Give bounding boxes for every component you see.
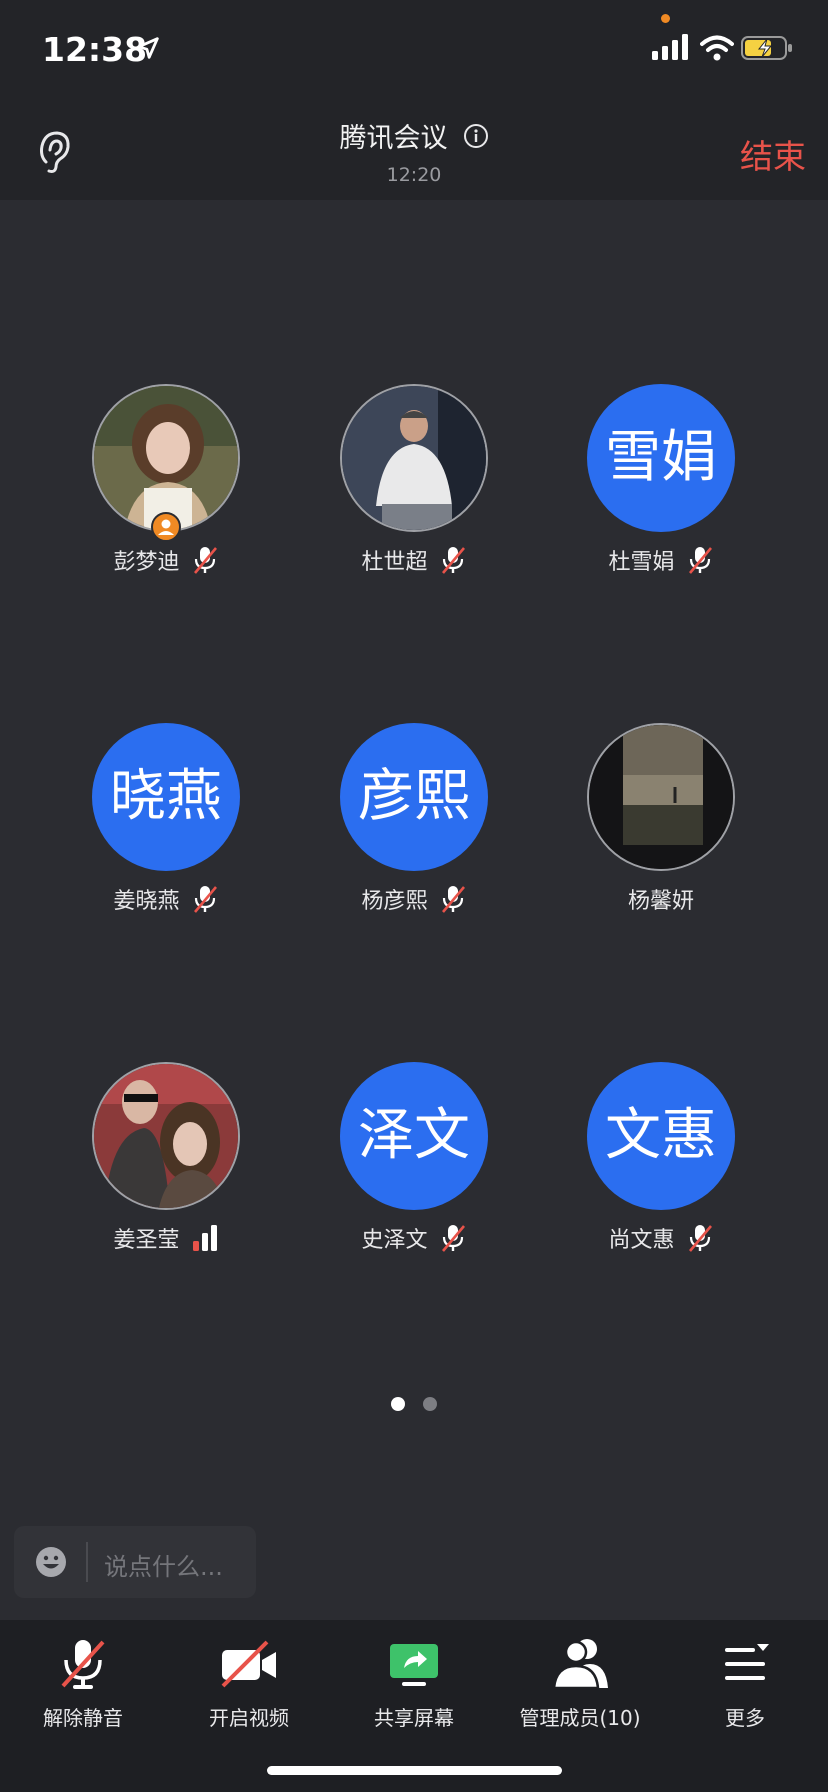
avatar: 彦熙 bbox=[340, 723, 488, 871]
participant-tile[interactable]: 文惠 尚文惠 bbox=[538, 1062, 784, 1262]
emoji-icon[interactable] bbox=[34, 1545, 68, 1579]
mic-off-icon bbox=[61, 1640, 105, 1689]
wifi-icon bbox=[700, 35, 734, 61]
status-bar: 12:38 bbox=[0, 0, 828, 100]
participant-tile[interactable]: 杨馨妍 bbox=[538, 723, 784, 923]
participant-name-row: 彭梦迪 bbox=[43, 544, 289, 576]
participant-name-row: 杜世超 bbox=[291, 544, 537, 576]
avatar-photo-icon bbox=[589, 725, 733, 869]
chat-input[interactable]: 说点什么... bbox=[14, 1526, 256, 1598]
participant-name: 杨馨妍 bbox=[627, 889, 694, 914]
participant-name-row: 姜晓燕 bbox=[43, 883, 289, 915]
manage-members-label: 管理成员(10) bbox=[519, 1706, 641, 1730]
avatar bbox=[92, 1062, 240, 1210]
participant-name: 杨彦熙 bbox=[361, 889, 428, 914]
share-screen-icon bbox=[390, 1644, 438, 1686]
participant-tile[interactable]: 泽文 史泽文 bbox=[291, 1062, 537, 1262]
audio-level-icon bbox=[192, 1225, 217, 1251]
mic-muted-icon bbox=[441, 547, 465, 574]
participant-name: 彭梦迪 bbox=[113, 550, 180, 575]
chat-divider bbox=[86, 1542, 88, 1582]
participant-tile[interactable]: 杜世超 bbox=[291, 384, 537, 584]
page-dot[interactable] bbox=[423, 1397, 437, 1411]
battery-charging-icon bbox=[741, 36, 792, 60]
cellular-signal-icon bbox=[652, 34, 688, 60]
participant-name-row: 姜圣莹 bbox=[43, 1222, 289, 1254]
participant-name: 史泽文 bbox=[361, 1228, 428, 1253]
members-icon bbox=[552, 1639, 608, 1690]
avatar: 文惠 bbox=[587, 1062, 735, 1210]
participant-tile[interactable]: 姜圣莹 bbox=[43, 1062, 289, 1262]
info-icon[interactable] bbox=[463, 123, 489, 149]
privacy-indicator-dot bbox=[661, 14, 670, 23]
participant-name-row: 杨馨妍 bbox=[538, 883, 784, 915]
avatar-photo-icon bbox=[94, 386, 238, 530]
participant-tile[interactable]: 雪娟 杜雪娟 bbox=[538, 384, 784, 584]
share-screen-button[interactable]: 共享屏幕 bbox=[331, 1636, 497, 1731]
participant-name-row: 史泽文 bbox=[291, 1222, 537, 1254]
participant-name: 杜雪娟 bbox=[608, 550, 675, 575]
avatar bbox=[587, 723, 735, 871]
host-badge-icon bbox=[151, 512, 181, 542]
status-time: 12:38 bbox=[42, 30, 148, 69]
more-button[interactable]: 更多 bbox=[662, 1636, 828, 1731]
avatar: 雪娟 bbox=[587, 384, 735, 532]
participant-name-row: 杨彦熙 bbox=[291, 883, 537, 915]
end-meeting-button[interactable]: 结束 bbox=[740, 130, 806, 178]
participant-tile[interactable]: 晓燕 姜晓燕 bbox=[43, 723, 289, 923]
participant-name: 姜圣莹 bbox=[113, 1228, 180, 1253]
avatar bbox=[340, 384, 488, 532]
mic-muted-icon bbox=[193, 547, 217, 574]
participant-name: 杜世超 bbox=[361, 550, 428, 575]
participant-name-row: 杜雪娟 bbox=[538, 544, 784, 576]
meeting-elapsed-time: 12:20 bbox=[386, 164, 442, 186]
mic-muted-icon bbox=[193, 886, 217, 913]
meeting-title: 腾讯会议 bbox=[339, 123, 448, 154]
participant-name: 尚文惠 bbox=[608, 1228, 675, 1253]
video-off-icon bbox=[221, 1640, 276, 1688]
participant-tile[interactable]: 彭梦迪 bbox=[43, 384, 289, 584]
participant-tile[interactable]: 彦熙 杨彦熙 bbox=[291, 723, 537, 923]
page-indicator[interactable] bbox=[0, 1396, 828, 1415]
more-label: 更多 bbox=[725, 1706, 765, 1730]
avatar bbox=[92, 384, 240, 532]
more-menu-icon bbox=[725, 1644, 769, 1680]
avatar: 晓燕 bbox=[92, 723, 240, 871]
unmute-button[interactable]: 解除静音 bbox=[0, 1636, 166, 1731]
mic-muted-icon bbox=[688, 547, 712, 574]
meeting-title-row[interactable]: 腾讯会议 bbox=[0, 116, 828, 155]
participant-name-row: 尚文惠 bbox=[538, 1222, 784, 1254]
location-arrow-icon bbox=[137, 37, 159, 59]
start-video-label: 开启视频 bbox=[209, 1706, 289, 1730]
chat-placeholder: 说点什么... bbox=[104, 1553, 223, 1581]
avatar-photo-icon bbox=[342, 386, 486, 530]
home-indicator[interactable] bbox=[267, 1766, 562, 1775]
start-video-button[interactable]: 开启视频 bbox=[166, 1636, 332, 1731]
mic-muted-icon bbox=[688, 1225, 712, 1252]
meeting-header: 腾讯会议 12:20 结束 bbox=[0, 100, 828, 200]
avatar: 泽文 bbox=[340, 1062, 488, 1210]
mic-muted-icon bbox=[441, 1225, 465, 1252]
share-screen-label: 共享屏幕 bbox=[374, 1706, 454, 1730]
avatar-photo-icon bbox=[94, 1064, 238, 1208]
unmute-label: 解除静音 bbox=[43, 1706, 123, 1730]
page-dot-active[interactable] bbox=[391, 1397, 405, 1411]
manage-members-button[interactable]: 管理成员(10) bbox=[497, 1636, 663, 1731]
participant-name: 姜晓燕 bbox=[113, 889, 180, 914]
mic-muted-icon bbox=[441, 886, 465, 913]
